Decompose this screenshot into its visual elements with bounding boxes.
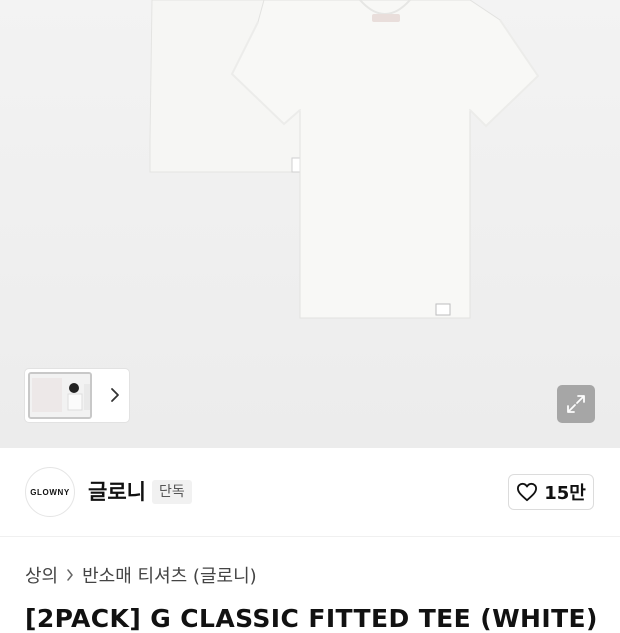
thumbnail-image [30,374,90,417]
breadcrumb-item-subcategory[interactable]: 반소매 티셔츠 (글로니) [82,562,257,588]
chevron-right-icon [66,569,74,581]
like-count: 15만 [544,483,586,504]
breadcrumb: 상의 반소매 티셔츠 (글로니) [25,562,257,588]
thumbnail-strip[interactable] [25,369,129,422]
breadcrumb-item-category[interactable]: 상의 [25,562,58,588]
brand-logo[interactable]: GLOWNY [25,467,75,517]
product-title: [2PACK] G CLASSIC FITTED TEE (WHITE) [25,604,598,633]
expand-arrows-icon [567,395,585,413]
heart-outline-icon [517,482,538,502]
expand-button[interactable] [557,385,595,423]
brand-row: GLOWNY 글로니 단독 15만 [0,448,620,537]
like-button[interactable]: 15만 [508,474,594,510]
brand-name[interactable]: 글로니 [88,479,146,505]
chevron-right-icon[interactable] [107,384,123,406]
thumbnail-selected[interactable] [28,372,92,419]
exclusive-badge: 단독 [152,480,192,504]
brand-logo-text: GLOWNY [30,487,70,497]
product-image-gallery[interactable] [0,0,620,448]
